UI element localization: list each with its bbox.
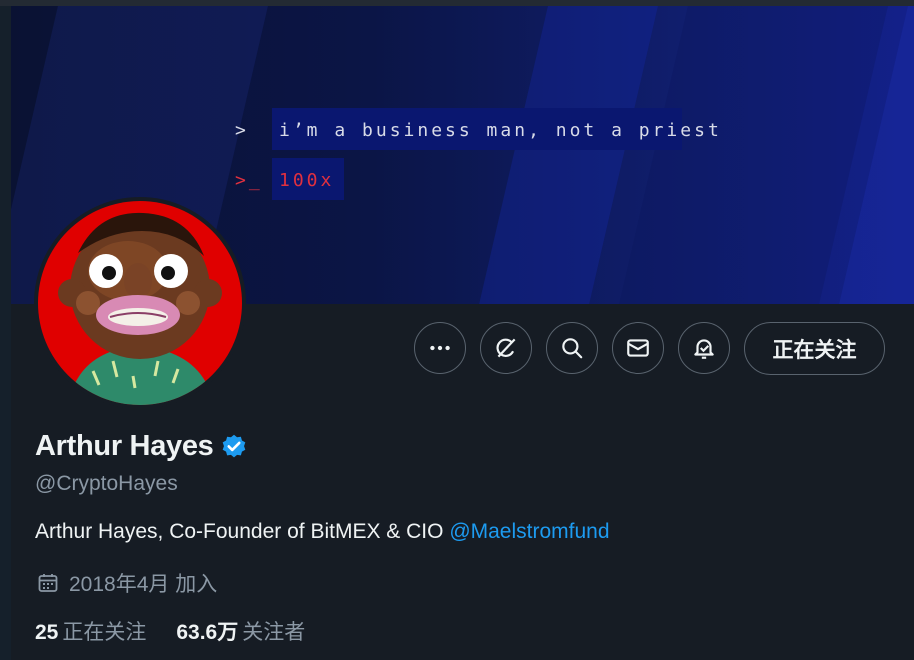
join-date: 2018年4月 加入 (36, 568, 217, 598)
terminal-line-leverage: 100x (279, 170, 335, 191)
avatar-image (38, 201, 242, 405)
followers-count: 63.6万 (176, 621, 239, 644)
search-icon (562, 338, 583, 359)
terminal-line-quote: i’m a business man, not a priest (279, 120, 722, 141)
profile-bio: Arthur Hayes, Co-Founder of BitMEX & CIO… (35, 520, 610, 544)
verified-badge-icon[interactable] (220, 433, 248, 461)
following-count: 25 (35, 621, 59, 644)
user-handle: @CryptoHayes (35, 472, 178, 495)
profile-name-row: Arthur Hayes (35, 430, 248, 463)
following-stat-link[interactable]: 25 正在关注 (35, 616, 146, 646)
avatar[interactable] (34, 197, 246, 409)
calendar-icon (38, 574, 58, 592)
terminal-prompt-cursor: >_ (235, 170, 263, 191)
left-gutter (0, 0, 11, 660)
bio-mention-link[interactable]: @Maelstromfund (449, 520, 609, 543)
more-dots-icon (430, 345, 450, 351)
join-date-text: 2018年4月 加入 (69, 573, 218, 596)
following-button[interactable]: 正在关注 (744, 322, 885, 375)
more-button[interactable] (414, 322, 466, 374)
bio-text: Arthur Hayes, Co-Founder of BitMEX & CIO (35, 520, 450, 543)
follow-stats: 25 正在关注 63.6万 关注者 (35, 616, 335, 646)
envelope-icon (627, 339, 649, 357)
terminal-prompt: > (235, 120, 249, 141)
profile-page: > i’m a business man, not a priest >_ 10… (0, 0, 914, 660)
display-name: Arthur Hayes (35, 430, 214, 462)
message-button[interactable] (612, 322, 664, 374)
bell-check-icon (694, 339, 714, 359)
search-button[interactable] (546, 322, 598, 374)
followers-stat-link[interactable]: 63.6万 关注者 (176, 616, 305, 646)
notifications-button[interactable] (678, 322, 730, 374)
followers-label: 关注者 (242, 621, 306, 644)
grok-slash-icon (496, 338, 516, 358)
following-label: 正在关注 (62, 621, 147, 644)
grok-button[interactable] (480, 322, 532, 374)
